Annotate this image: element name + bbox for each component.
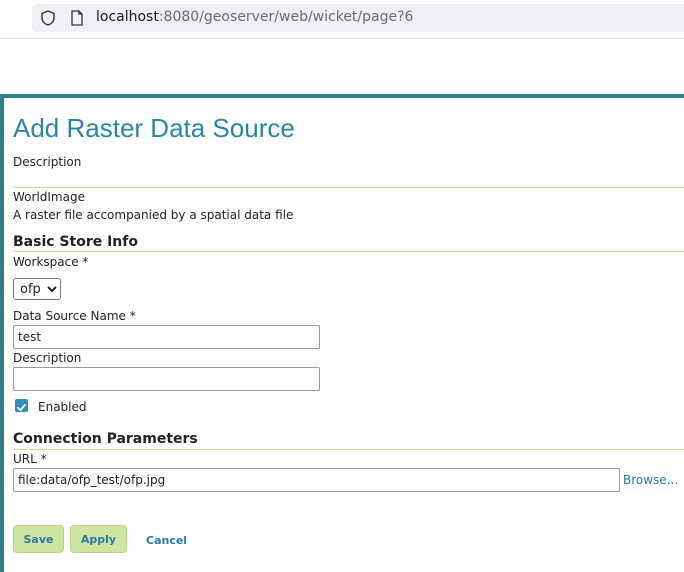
basic-store-info-heading: Basic Store Info: [13, 234, 138, 250]
browser-address-bar: localhost:8080/geoserver/web/wicket/page…: [0, 0, 684, 39]
divider: [13, 187, 684, 188]
enabled-checkbox[interactable]: [15, 399, 28, 412]
browse-link[interactable]: Browse...: [623, 473, 678, 487]
url-text[interactable]: localhost:8080/geoserver/web/wicket/page…: [96, 9, 413, 25]
url-label: URL *: [13, 452, 47, 466]
store-type-description: A raster file accompanied by a spatial d…: [13, 208, 294, 222]
workspace-label: Workspace *: [13, 255, 89, 269]
page-info-icon[interactable]: [70, 10, 84, 26]
data-source-name-label: Data Source Name *: [13, 309, 136, 323]
divider: [13, 449, 684, 450]
store-type-name: WorldImage: [13, 190, 85, 204]
divider: [13, 251, 684, 252]
description-input[interactable]: [13, 367, 320, 391]
page-title: Add Raster Data Source: [13, 113, 295, 143]
description-heading: Description: [13, 155, 82, 169]
url-path: :8080/geoserver/web/wicket/page?6: [158, 9, 414, 25]
enabled-label[interactable]: Enabled: [38, 400, 87, 414]
description-label: Description: [13, 351, 82, 365]
url-input[interactable]: [13, 468, 620, 492]
apply-button[interactable]: Apply: [70, 525, 127, 553]
workspace-select[interactable]: ofp: [13, 278, 61, 300]
save-button[interactable]: Save: [13, 525, 64, 553]
url-host: localhost: [96, 9, 159, 25]
connection-parameters-heading: Connection Parameters: [13, 431, 198, 447]
data-source-name-input[interactable]: [13, 325, 320, 349]
checkmark-icon: [17, 403, 26, 412]
cancel-link[interactable]: Cancel: [146, 534, 187, 547]
shield-icon[interactable]: [40, 10, 56, 26]
